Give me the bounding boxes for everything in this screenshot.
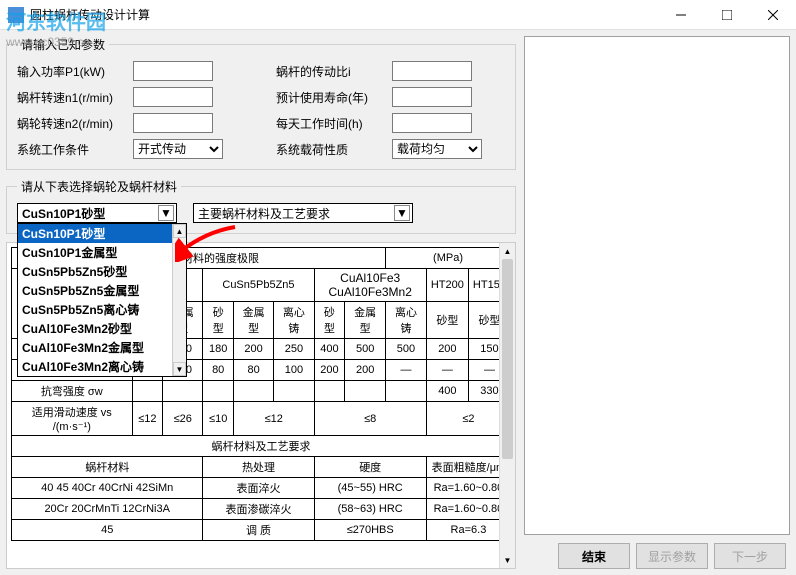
worm-wheel-material-combo[interactable]: CuSn10P1砂型 ▼ CuSn10P1砂型 CuSn10P1金属型 CuSn… (17, 203, 177, 223)
cond-label: 系统工作条件 (17, 141, 127, 158)
hours-label: 每天工作时间(h) (276, 115, 386, 132)
table-row: 40 45 40Cr 40CrNi 42SiMn表面淬火(45~55) HRCR… (12, 478, 511, 499)
table-scrollbar[interactable]: ▲▼ (499, 243, 515, 568)
dropdown-scrollbar[interactable]: ▲ ▼ (172, 224, 186, 376)
n1-label: 蜗杆转速n1(r/min) (17, 89, 127, 106)
next-button[interactable]: 下一步 (714, 543, 786, 569)
hours-input[interactable] (392, 113, 472, 133)
window-title: 圆柱蜗杆传动设计计算 (30, 6, 658, 23)
material-dropdown: CuSn10P1砂型 CuSn10P1金属型 CuSn5Pb5Zn5砂型 CuS… (17, 223, 187, 377)
p1-label: 输入功率P1(kW) (17, 63, 127, 80)
p1-input[interactable] (133, 61, 213, 81)
life-input[interactable] (392, 87, 472, 107)
table-row: 抗弯强度 σw400330 (12, 381, 511, 402)
combo2-value: 主要蜗杆材料及工艺要求 (198, 205, 330, 222)
end-button[interactable]: 结束 (558, 543, 630, 569)
titlebar: 圆柱蜗杆传动设计计算 (0, 0, 796, 30)
material-legend: 请从下表选择蜗轮及蜗杆材料 (17, 178, 181, 195)
i-input[interactable] (392, 61, 472, 81)
dropdown-option[interactable]: CuSn10P1金属型 (18, 243, 186, 262)
dropdown-option[interactable]: CuSn10P1砂型 (18, 224, 186, 243)
n2-label: 蜗轮转速n2(r/min) (17, 115, 127, 132)
table-row: 适用滑动速度 vs /(m·s⁻¹)≤12≤26≤10≤12≤8≤2 (12, 402, 511, 436)
minimize-button[interactable] (658, 0, 704, 30)
maximize-button[interactable] (704, 0, 750, 30)
params-legend: 请输入已知参数 (17, 36, 109, 53)
table-row: 20Cr 20CrMnTi 12CrNi3A表面渗碳淬火(58~63) HRCR… (12, 499, 511, 520)
cond-select[interactable]: 开式传动 (133, 139, 223, 159)
worm-material-combo[interactable]: 主要蜗杆材料及工艺要求 ▼ (193, 203, 413, 223)
close-button[interactable] (750, 0, 796, 30)
dropdown-option[interactable]: CuSn5Pb5Zn5砂型 (18, 262, 186, 281)
chevron-down-icon: ▼ (158, 205, 174, 221)
output-textarea[interactable] (524, 36, 790, 535)
app-icon (8, 7, 24, 23)
dropdown-option[interactable]: CuAl10Fe3Mn2离心铸 (18, 357, 186, 376)
chevron-down-icon: ▼ (394, 205, 410, 221)
table-row: 45调 质≤270HBSRa=6.3 (12, 520, 511, 541)
load-label: 系统载荷性质 (276, 141, 386, 158)
params-fieldset: 请输入已知参数 输入功率P1(kW) 蜗杆的传动比i 蜗杆转速n1(r/min)… (6, 36, 516, 170)
dropdown-option[interactable]: CuSn5Pb5Zn5离心铸 (18, 300, 186, 319)
n1-input[interactable] (133, 87, 213, 107)
n2-input[interactable] (133, 113, 213, 133)
show-params-button[interactable]: 显示参数 (636, 543, 708, 569)
i-label: 蜗杆的传动比i (276, 63, 386, 80)
dropdown-option[interactable]: CuAl10Fe3Mn2金属型 (18, 338, 186, 357)
life-label: 预计使用寿命(年) (276, 89, 386, 106)
dropdown-option[interactable]: CuSn5Pb5Zn5金属型 (18, 281, 186, 300)
load-select[interactable]: 载荷均匀 (392, 139, 482, 159)
combo1-value: CuSn10P1砂型 (22, 205, 105, 222)
dropdown-option[interactable]: CuAl10Fe3Mn2砂型 (18, 319, 186, 338)
material-fieldset: 请从下表选择蜗轮及蜗杆材料 CuSn10P1砂型 ▼ CuSn10P1砂型 Cu… (6, 178, 516, 234)
